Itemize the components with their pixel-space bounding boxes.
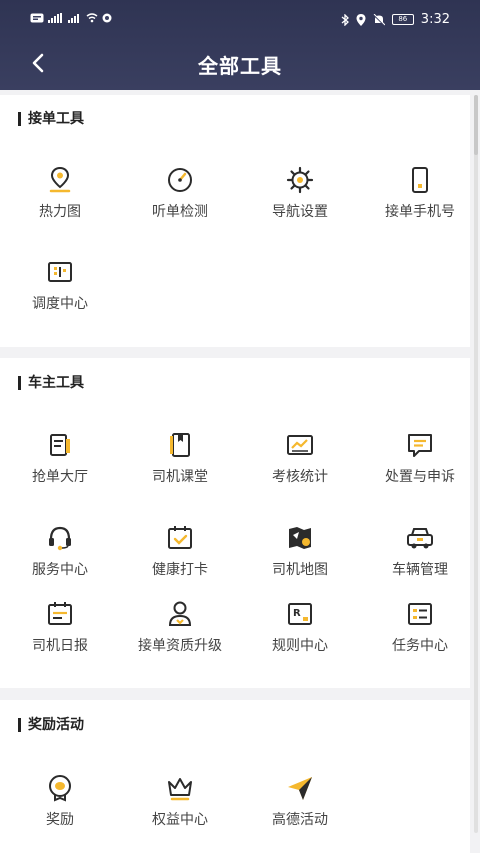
tool-label: 调度中心: [32, 296, 88, 312]
tool-qualification-upgrade[interactable]: 接单资质升级: [120, 599, 240, 655]
tool-label: 司机课堂: [152, 469, 208, 485]
svg-text:R: R: [293, 608, 301, 619]
tool-label: 听单检测: [152, 204, 208, 220]
tool-label: 规则中心: [272, 638, 328, 654]
chart-icon: [287, 435, 313, 455]
signal-icon: [48, 13, 62, 23]
signal-2-icon: [68, 14, 79, 23]
tool-label: 服务中心: [32, 562, 88, 578]
status-time: 3:32: [420, 12, 450, 27]
daily-report-icon: [48, 602, 72, 625]
tool-label: 车辆管理: [392, 562, 448, 578]
tool-navigation-settings[interactable]: 导航设置: [240, 165, 360, 221]
nav-bar: 全部工具: [0, 40, 480, 86]
tool-label: 奖励: [46, 812, 74, 828]
tool-label: 导航设置: [272, 204, 328, 220]
dispatch-icon: [48, 262, 72, 282]
paper-plane-icon: [288, 777, 312, 800]
tool-task-center[interactable]: 任务中心: [360, 599, 480, 655]
tool-label: 考核统计: [272, 469, 328, 485]
tool-label: 处置与申诉: [385, 469, 455, 485]
task-icon: [408, 603, 432, 625]
scrollbar-thumb[interactable]: [474, 95, 478, 155]
calendar-check-icon: [168, 526, 192, 549]
header: 86 3:32 全部工具: [0, 0, 480, 90]
section-reward-activities: 奖励活动 奖励 权益中心 高德活动: [0, 700, 470, 853]
tool-dispatch-center[interactable]: 调度中心: [0, 257, 120, 313]
tool-label: 抢单大厅: [32, 469, 88, 485]
car-icon: [407, 528, 433, 549]
tool-vehicle-management[interactable]: 车辆管理: [360, 523, 480, 579]
phone-icon: [412, 167, 428, 193]
tool-amap-activities[interactable]: 高德活动: [240, 773, 360, 829]
status-left: [30, 13, 112, 23]
section-title: 奖励活动: [18, 718, 84, 732]
tool-benefits-center[interactable]: 权益中心: [120, 773, 240, 829]
tool-label: 权益中心: [152, 812, 208, 828]
tool-health-checkin[interactable]: 健康打卡: [120, 523, 240, 579]
tool-driver-class[interactable]: 司机课堂: [120, 430, 240, 486]
user-upgrade-icon: [168, 601, 192, 626]
tool-heatmap[interactable]: 热力图: [0, 165, 120, 221]
order-hall-icon: [50, 434, 70, 456]
mute-icon: [373, 13, 385, 26]
tool-service-center[interactable]: 服务中心: [0, 523, 120, 579]
wifi-icon: [86, 13, 98, 23]
tool-label: 高德活动: [272, 812, 328, 828]
gear-icon: [286, 166, 314, 194]
tool-label: 司机日报: [32, 638, 88, 654]
battery-icon: 86: [391, 14, 414, 25]
page-title: 全部工具: [198, 54, 282, 78]
tool-rewards[interactable]: 奖励: [0, 773, 120, 829]
tool-disposal-appeal[interactable]: 处置与申诉: [360, 430, 480, 486]
tool-label: 健康打卡: [152, 562, 208, 578]
tool-label: 热力图: [39, 204, 81, 220]
crown-icon: [168, 778, 192, 801]
tool-order-check[interactable]: 听单检测: [120, 165, 240, 221]
bluetooth-icon: [341, 13, 349, 26]
status-right: 86 3:32: [341, 12, 450, 27]
tool-label: 接单手机号: [385, 204, 455, 220]
map-icon: [289, 527, 311, 549]
tool-order-phone[interactable]: 接单手机号: [360, 165, 480, 221]
section-title: 接单工具: [18, 112, 84, 126]
tool-label: 任务中心: [392, 638, 448, 654]
scrollbar[interactable]: [474, 95, 478, 833]
reward-icon: [49, 775, 71, 802]
tool-driver-daily-report[interactable]: 司机日报: [0, 599, 120, 655]
message-notification-icon: [30, 13, 44, 23]
tool-label: 接单资质升级: [138, 638, 222, 654]
section-title: 车主工具: [18, 376, 84, 390]
section-order-tools: 接单工具 热力图 听单检测 导航设置 接单手机号 调度中心: [0, 95, 470, 347]
tool-order-hall[interactable]: 抢单大厅: [0, 430, 120, 486]
gauge-icon: [168, 168, 192, 192]
section-driver-tools: 车主工具 抢单大厅 司机课堂 考核统计 处置与申诉 服务中心 健康打卡 司机地图…: [0, 358, 470, 688]
book-icon: [170, 433, 190, 457]
status-bar: 86 3:32: [0, 0, 480, 40]
location-pin-icon: [49, 166, 71, 193]
rules-icon: R: [288, 603, 312, 625]
tool-label: 司机地图: [272, 562, 328, 578]
message-icon: [408, 434, 432, 457]
location-icon: [356, 13, 366, 26]
tool-rules-center[interactable]: R 规则中心: [240, 599, 360, 655]
headset-icon: [49, 526, 71, 551]
tool-driver-map[interactable]: 司机地图: [240, 523, 360, 579]
app-notification-icon: [102, 13, 112, 23]
tool-assessment-stats[interactable]: 考核统计: [240, 430, 360, 486]
